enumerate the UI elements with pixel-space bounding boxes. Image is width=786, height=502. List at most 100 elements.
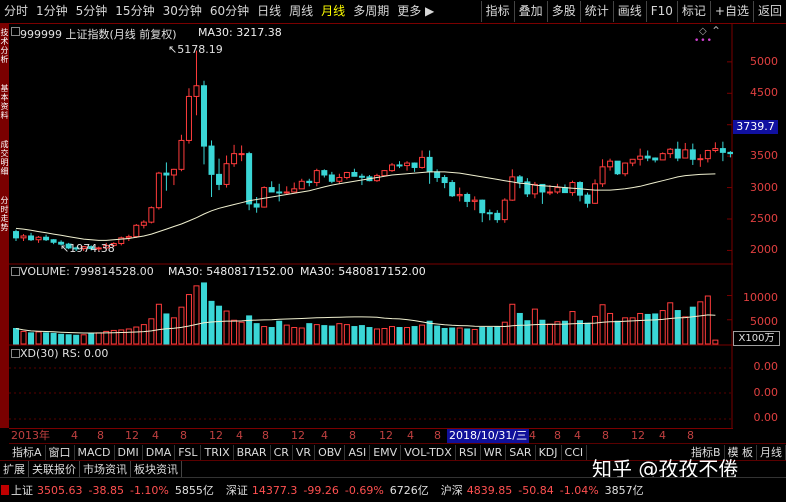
volume-bar[interactable]: [238, 321, 245, 345]
candle[interactable]: [441, 177, 448, 184]
candle[interactable]: [561, 187, 568, 194]
period-tab-7[interactable]: 周线: [285, 1, 317, 22]
candle[interactable]: [140, 221, 147, 226]
volume-bar[interactable]: [419, 324, 426, 345]
candle[interactable]: [148, 207, 155, 223]
candle[interactable]: [554, 187, 561, 193]
volume-bar[interactable]: [697, 301, 704, 345]
candle[interactable]: [682, 149, 689, 159]
left-tab-3[interactable]: 分时走势: [0, 196, 9, 246]
volume-bar[interactable]: [524, 320, 531, 345]
volume-bar[interactable]: [73, 334, 80, 345]
candle[interactable]: [163, 172, 170, 176]
volume-bar[interactable]: [28, 332, 35, 345]
volume-bar[interactable]: [313, 324, 320, 345]
candle[interactable]: [584, 194, 591, 204]
volume-bar[interactable]: [411, 326, 418, 345]
volume-bar[interactable]: [336, 323, 343, 345]
candle[interactable]: [697, 158, 704, 161]
volume-bar[interactable]: [328, 325, 335, 345]
volume-bar[interactable]: [291, 327, 298, 345]
volume-bar[interactable]: [321, 325, 328, 345]
candle[interactable]: [419, 156, 426, 168]
volume-bar[interactable]: [170, 317, 177, 345]
candle[interactable]: [531, 183, 538, 195]
volume-bar[interactable]: [373, 328, 380, 345]
volume-bar[interactable]: [599, 304, 606, 345]
candle[interactable]: [622, 162, 629, 175]
candle[interactable]: [268, 187, 275, 193]
volume-bar[interactable]: [178, 306, 185, 345]
volume-bar[interactable]: [268, 327, 275, 345]
candle[interactable]: [336, 177, 343, 182]
indicator-tab-6[interactable]: TRIX: [201, 444, 234, 460]
bottom-tab-2[interactable]: 市场资讯: [80, 461, 131, 477]
candle[interactable]: [449, 182, 456, 197]
candle[interactable]: [727, 151, 733, 155]
candle[interactable]: [659, 153, 666, 161]
tool-button-5[interactable]: F10: [645, 1, 677, 22]
candle[interactable]: [652, 157, 659, 161]
volume-bar[interactable]: [95, 332, 102, 345]
candle[interactable]: [516, 176, 523, 183]
candle[interactable]: [246, 153, 253, 205]
candle[interactable]: [298, 180, 305, 190]
volume-bar[interactable]: [592, 315, 599, 345]
volume-bar[interactable]: [58, 333, 65, 345]
volume-bar[interactable]: [486, 327, 493, 345]
candle[interactable]: [629, 158, 636, 164]
volume-bar[interactable]: [185, 294, 192, 345]
volume-bar[interactable]: [140, 324, 147, 345]
indicator-tab-2[interactable]: MACD: [75, 444, 115, 460]
volume-bar[interactable]: [155, 303, 162, 345]
candle[interactable]: [667, 148, 674, 155]
volume-bar[interactable]: [644, 313, 651, 345]
indicator-tab-5[interactable]: FSL: [175, 444, 202, 460]
candle[interactable]: [43, 236, 50, 241]
candle[interactable]: [704, 149, 711, 160]
volume-bar[interactable]: [65, 334, 72, 345]
volume-bar[interactable]: [283, 324, 290, 345]
candle[interactable]: [50, 239, 57, 243]
candle[interactable]: [599, 166, 606, 185]
candle[interactable]: [404, 162, 411, 167]
tool-button-8[interactable]: 返回: [752, 1, 786, 22]
volume-bar[interactable]: [261, 326, 268, 345]
indicator-tab-12[interactable]: EMV: [370, 444, 402, 460]
period-tab-1[interactable]: 1分钟: [32, 1, 72, 22]
candle[interactable]: [607, 160, 614, 168]
candle[interactable]: [170, 168, 177, 176]
volume-bar[interactable]: [659, 310, 666, 345]
candle[interactable]: [125, 236, 132, 239]
indicator-tab-13[interactable]: VOL-TDX: [401, 444, 456, 460]
tool-button-1[interactable]: 叠加: [513, 1, 547, 22]
volume-bar[interactable]: [546, 323, 553, 345]
volume-bar[interactable]: [712, 339, 719, 345]
left-tab-1[interactable]: 基本资料: [0, 84, 9, 134]
period-tab-4[interactable]: 30分钟: [159, 1, 206, 22]
candle[interactable]: [456, 193, 463, 197]
candle[interactable]: [644, 155, 651, 159]
volume-bar[interactable]: [531, 308, 538, 345]
volume-bar[interactable]: [464, 328, 471, 345]
candle[interactable]: [689, 149, 696, 160]
indicator-tab-7[interactable]: BRAR: [234, 444, 271, 460]
status-name-0[interactable]: 上证: [11, 482, 33, 498]
tool-button-2[interactable]: 多股: [546, 1, 580, 22]
candle[interactable]: [185, 95, 192, 141]
indicator-tab-18[interactable]: CCI: [562, 444, 588, 460]
volume-bar[interactable]: [276, 320, 283, 345]
candle[interactable]: [13, 231, 19, 239]
candle[interactable]: [306, 180, 313, 184]
volume-bar[interactable]: [479, 327, 486, 345]
candle[interactable]: [238, 153, 245, 156]
candle[interactable]: [637, 155, 644, 160]
volume-bar[interactable]: [456, 327, 463, 345]
candle[interactable]: [155, 172, 162, 209]
volume-bar[interactable]: [554, 321, 561, 345]
candle[interactable]: [426, 156, 433, 173]
volume-bar[interactable]: [494, 326, 501, 345]
indicator-tab-10[interactable]: OBV: [315, 444, 346, 460]
volume-bar[interactable]: [253, 323, 260, 345]
status-name-1[interactable]: 深证: [226, 482, 248, 498]
